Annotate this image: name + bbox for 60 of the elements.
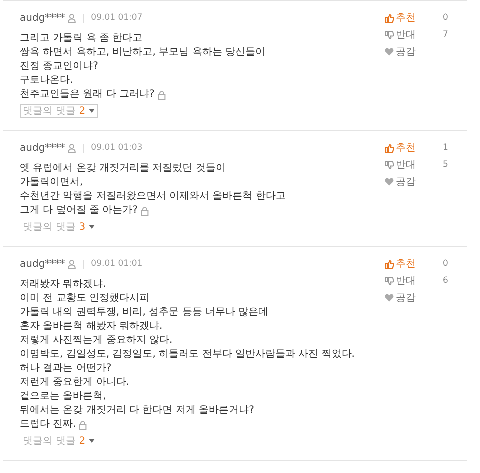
- comment-line: 허나 결과는 어떤가?: [20, 362, 112, 376]
- comment-time: 09.01 01:01: [91, 259, 143, 269]
- comment-line: 진정 종교인이냐?: [20, 60, 98, 74]
- comment-line: 이명박도, 김일성도, 김정일도, 히틀러도 전부다 일반사람들과 사진 찍었다.: [20, 348, 355, 362]
- caret-icon: [88, 439, 95, 443]
- vote-count: 1: [443, 143, 448, 153]
- recommend-button[interactable]: 추천: [385, 257, 443, 271]
- empathy-button[interactable]: 공감: [385, 291, 443, 305]
- oppose-button[interactable]: 반대: [385, 274, 443, 288]
- recommend-button[interactable]: 추천: [385, 11, 443, 25]
- author-name[interactable]: audg****: [20, 258, 66, 270]
- comment-line: 구토나온다.: [20, 74, 74, 88]
- comment-line: 겉으로는 올바른척,: [20, 390, 106, 404]
- empathy-button[interactable]: 공감: [385, 45, 443, 59]
- vote-count: 7: [443, 30, 448, 40]
- comment-line: 수천년간 악행을 저질러왔으면서 이제와서 올바른척 한다고: [20, 190, 286, 204]
- recommend-button[interactable]: 추천: [385, 141, 443, 155]
- comment-line: 저런게 중요한게 아니다.: [20, 376, 130, 390]
- vote-count: 0: [443, 13, 448, 23]
- comment-line: 천주교인들은 원래 다 그러냐?: [20, 88, 155, 102]
- comment-line: 가톨릭이면서,: [20, 176, 84, 190]
- comment-line: 저렇게 사진찍는게 중요하지 않다.: [20, 334, 173, 348]
- user-icon: [68, 144, 76, 152]
- lock-icon[interactable]: [158, 90, 166, 100]
- caret-icon: [88, 225, 95, 229]
- comment-line: 저래봤자 뭐하겠냐.: [20, 278, 106, 292]
- comment-line: 그게 다 덮어질 줄 아는가?: [20, 204, 138, 218]
- lock-icon[interactable]: [141, 206, 150, 216]
- comment-line: 그리고 가톨릭 욕 좀 한다고: [20, 32, 143, 46]
- user-icon: [68, 260, 76, 268]
- replies-toggle[interactable]: 댓글의 댓글 2: [20, 104, 98, 118]
- comment-line: 드럽다 진짜.: [20, 418, 76, 432]
- comment-time: 09.01 01:07: [91, 13, 143, 23]
- lock-icon[interactable]: [79, 420, 88, 430]
- author-name[interactable]: audg****: [20, 142, 66, 154]
- vote-count: 5: [443, 160, 448, 170]
- comment-line: 가톨릭 내의 권력투쟁, 비리, 성추문 등등 너무나 많은데: [20, 306, 269, 320]
- heart-icon: [385, 48, 394, 56]
- user-icon: [68, 14, 76, 22]
- author-name[interactable]: audg****: [20, 12, 66, 24]
- thumbs-down-icon: [385, 30, 394, 40]
- heart-icon: [385, 294, 394, 302]
- thumbs-down-icon: [385, 160, 394, 170]
- comment-line: 이미 전 교황도 인정했다시피: [20, 292, 150, 306]
- oppose-button[interactable]: 반대: [385, 158, 443, 172]
- thumbs-up-icon: [385, 144, 394, 152]
- thumbs-down-icon: [385, 276, 394, 286]
- comment-time: 09.01 01:03: [91, 143, 143, 153]
- caret-icon: [88, 109, 95, 113]
- thumbs-up-icon: [385, 260, 394, 268]
- comment-line: 쌍욕 하면서 욕하고, 비난하고, 부모님 욕하는 당신들이: [20, 46, 266, 60]
- empathy-button[interactable]: 공감: [385, 175, 443, 189]
- vote-count: 6: [443, 276, 448, 286]
- comment-line: 뒤에서는 온갖 개짓거리 다 한다면 저게 올바른거냐?: [20, 404, 254, 418]
- comment-line: 옛 유럽에서 온갖 개짓거리를 저질렀던 것들이: [20, 162, 226, 176]
- heart-icon: [385, 178, 394, 186]
- oppose-button[interactable]: 반대: [385, 28, 443, 42]
- vote-count: 0: [443, 259, 448, 269]
- comment-line: 혼자 올바른척 해봤자 뭐하겠냐.: [20, 320, 163, 334]
- thumbs-up-icon: [385, 14, 394, 22]
